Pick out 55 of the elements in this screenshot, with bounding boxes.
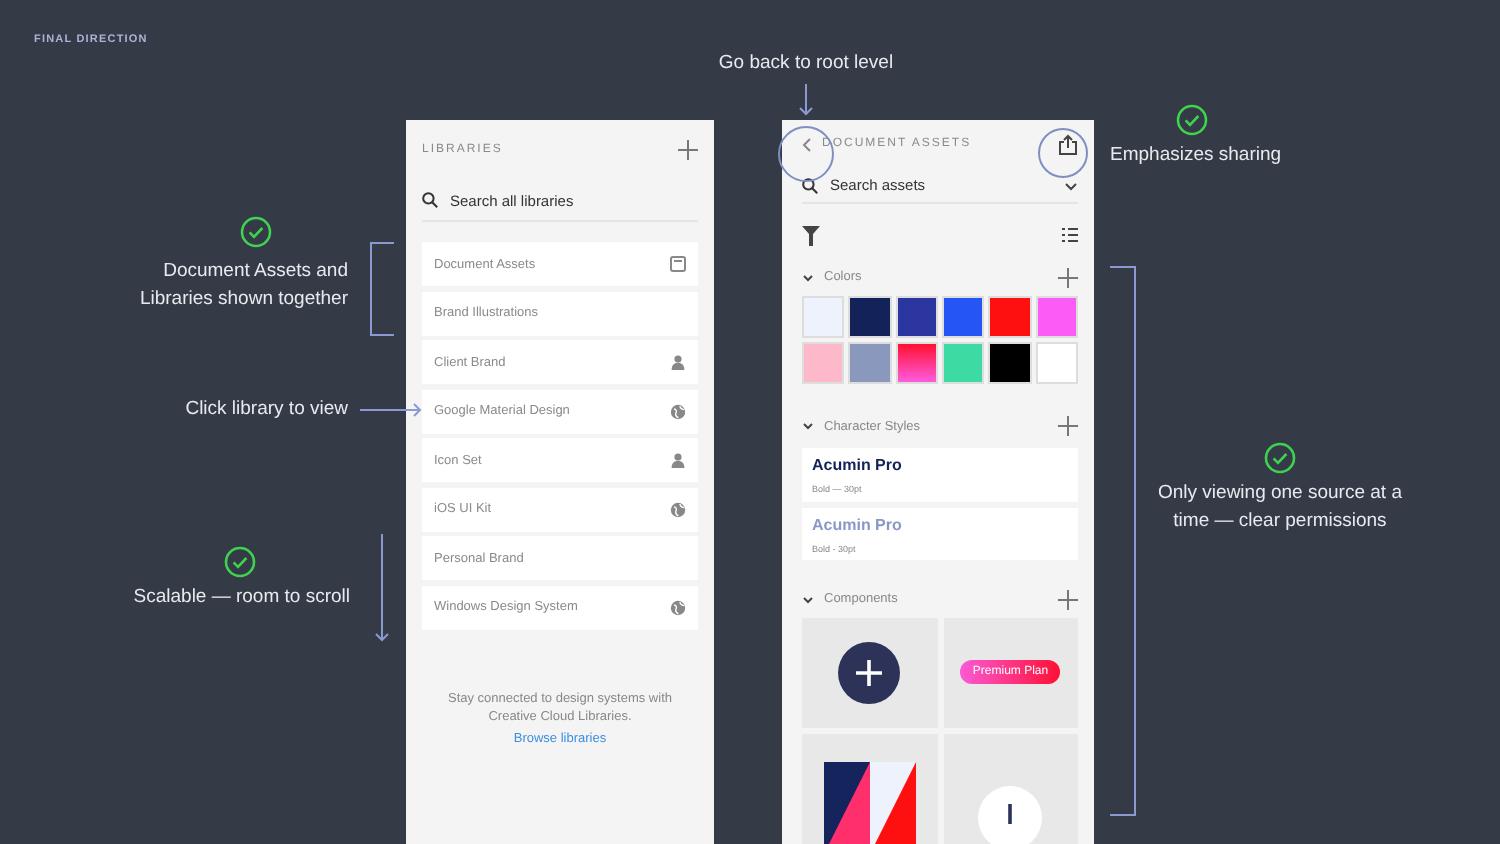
color-swatch[interactable] (848, 341, 892, 384)
triangle-pattern-drawing (823, 762, 916, 844)
down-arrow (798, 84, 814, 116)
color-swatch[interactable] (942, 295, 985, 338)
search-icon (802, 177, 818, 194)
color-swatch[interactable] (942, 341, 985, 384)
annotation-text: Document Assets and Libraries shown together (137, 258, 348, 314)
add-icon[interactable] (1058, 589, 1078, 610)
annotation-text: Go back to root level (716, 50, 896, 78)
document-icon (670, 256, 686, 272)
add-icon[interactable] (678, 140, 698, 160)
check-icon (240, 216, 272, 248)
color-swatch[interactable] (848, 295, 892, 338)
gradient-swatch[interactable] (895, 341, 938, 384)
annotation-text: Scalable — room to scroll (131, 584, 350, 612)
color-swatch[interactable] (802, 341, 845, 384)
chevron-down-icon[interactable] (1064, 179, 1078, 192)
search-icon (422, 192, 438, 208)
round-button-icon (978, 786, 1043, 844)
color-swatch[interactable] (802, 295, 845, 338)
style-name: Acumin Pro (812, 455, 904, 474)
right-arrow (360, 402, 422, 418)
globe-icon (670, 599, 686, 615)
down-arrow (374, 534, 390, 642)
back-icon[interactable] (802, 137, 812, 152)
component-tile[interactable] (802, 617, 937, 728)
color-swatch[interactable] (1035, 341, 1078, 384)
annotation-text: Emphasizes sharing (1110, 142, 1284, 170)
list-view-icon[interactable] (1062, 228, 1078, 243)
component-tile[interactable] (802, 733, 937, 844)
share-icon[interactable] (1058, 133, 1078, 156)
bracket (370, 242, 394, 336)
people-icon (670, 354, 686, 370)
chevron-down-icon[interactable] (802, 420, 814, 433)
globe-icon (670, 403, 686, 419)
add-icon[interactable] (1058, 267, 1078, 288)
annotation-text: Only viewing one source at a time — clear permissions (1156, 480, 1404, 536)
filter-icon[interactable] (802, 225, 820, 246)
add-icon[interactable] (1058, 416, 1078, 437)
color-swatch[interactable] (988, 295, 1032, 338)
globe-icon (670, 501, 686, 517)
color-swatch[interactable] (988, 341, 1032, 384)
highlight-circle (1038, 128, 1088, 178)
component-tile[interactable] (943, 733, 1078, 844)
chevron-down-icon[interactable] (802, 593, 814, 606)
color-swatch[interactable] (1035, 295, 1078, 338)
add-circle-icon (838, 641, 901, 704)
people-icon (670, 452, 686, 468)
check-icon (1176, 104, 1208, 136)
chevron-down-icon[interactable] (802, 271, 814, 284)
annotation-text: Click library to view (183, 396, 348, 424)
color-swatch[interactable] (895, 295, 938, 338)
check-icon (224, 546, 256, 578)
style-name: Acumin Pro (812, 515, 904, 534)
check-icon (1264, 442, 1296, 474)
